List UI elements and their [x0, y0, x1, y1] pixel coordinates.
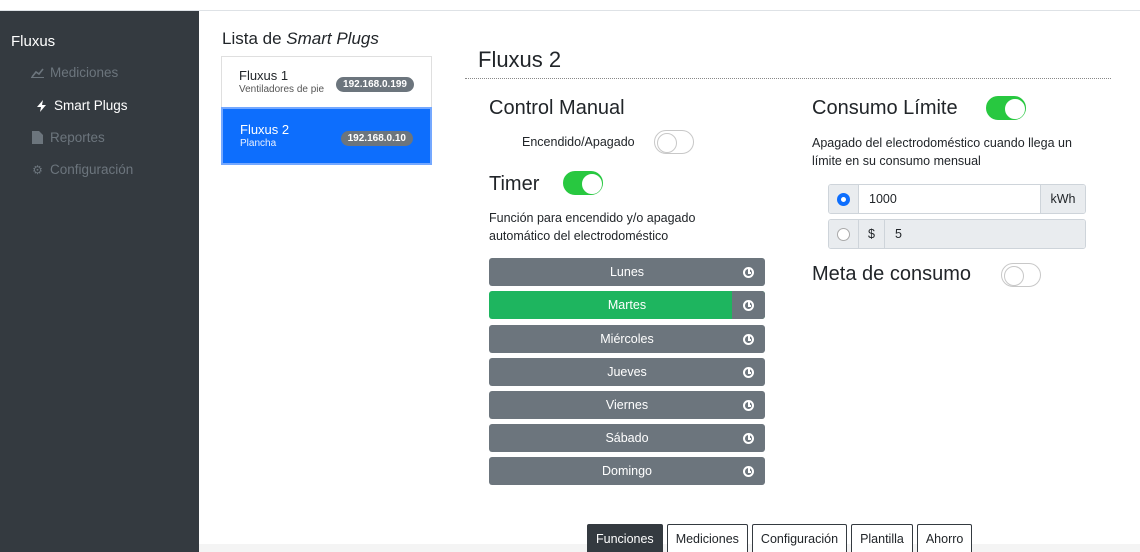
day-button-sabado[interactable]: Sábado — [489, 424, 765, 452]
clock-button[interactable] — [732, 258, 765, 286]
plug-item-fluxus-1[interactable]: Fluxus 1 Ventiladores de pie 192.168.0.1… — [221, 56, 432, 108]
file-icon — [31, 131, 44, 144]
plug-item-fluxus-2[interactable]: Fluxus 2 Plancha 192.168.0.10 — [221, 107, 432, 165]
bottom-tabs: Funciones Mediciones Configuración Plant… — [587, 524, 973, 552]
plug-list-title: Lista de Smart Plugs — [222, 29, 379, 49]
day-label: Viernes — [605, 398, 649, 412]
meta-consumo-heading: Meta de consumo — [812, 263, 971, 285]
consumo-limite-toggle[interactable] — [986, 96, 1026, 120]
brand-title[interactable]: Fluxus — [11, 33, 55, 50]
clock-button[interactable] — [732, 291, 765, 319]
clock-icon — [743, 399, 754, 411]
timer-description-line1: Función para encendido y/o apagado — [489, 211, 696, 225]
consumo-description-line2: límite en su consumo mensual — [812, 154, 981, 168]
sidebar-item-label: Smart Plugs — [54, 98, 128, 113]
clock-icon — [743, 266, 754, 278]
day-label: Jueves — [607, 365, 647, 379]
day-label: Martes — [607, 298, 647, 312]
page-title: Fluxus 2 — [478, 47, 562, 72]
sidebar-item-mediciones[interactable]: Mediciones — [31, 65, 118, 80]
chart-line-icon — [31, 66, 44, 79]
sidebar: Fluxus Mediciones Smart Plugs Reportes ⚙… — [0, 11, 199, 552]
money-prefix: $ — [859, 220, 885, 248]
control-manual-heading: Control Manual — [489, 97, 625, 119]
day-label: Sábado — [605, 431, 649, 445]
clock-icon — [743, 465, 754, 477]
day-button-jueves[interactable]: Jueves — [489, 358, 765, 386]
top-border — [0, 0, 1140, 11]
money-radio-wrap — [829, 220, 859, 248]
sidebar-item-label: Reportes — [50, 130, 105, 145]
timer-heading: Timer — [489, 173, 540, 195]
tab-plantilla[interactable]: Plantilla — [851, 524, 913, 552]
sidebar-item-configuracion[interactable]: ⚙ Configuración — [31, 162, 133, 177]
sidebar-item-reportes[interactable]: Reportes — [31, 130, 105, 145]
ip-badge: 192.168.0.199 — [336, 77, 414, 92]
day-label: Domingo — [601, 464, 653, 478]
kwh-input[interactable]: 1000 — [859, 185, 1040, 213]
kwh-unit: kWh — [1040, 185, 1085, 213]
money-input-group: $ 5 — [828, 219, 1086, 249]
bolt-icon — [35, 99, 48, 112]
timer-toggle[interactable] — [563, 171, 603, 195]
meta-consumo-toggle[interactable] — [1001, 263, 1041, 287]
clock-icon — [743, 299, 754, 311]
power-toggle[interactable] — [654, 130, 694, 154]
tab-funciones[interactable]: Funciones — [587, 524, 663, 552]
tab-mediciones[interactable]: Mediciones — [666, 524, 748, 552]
day-button-domingo[interactable]: Domingo — [489, 457, 765, 485]
sidebar-item-label: Configuración — [50, 162, 134, 177]
power-toggle-label: Encendido/Apagado — [522, 135, 635, 149]
plug-list-title-emph: Smart Plugs — [286, 29, 379, 48]
kwh-radio-wrap — [829, 185, 859, 213]
clock-button[interactable] — [732, 358, 765, 386]
clock-button[interactable] — [732, 325, 765, 353]
clock-icon — [743, 432, 754, 444]
sidebar-item-label: Mediciones — [50, 65, 119, 80]
day-label: Miércoles — [600, 332, 654, 346]
money-input[interactable]: 5 — [885, 220, 1085, 248]
tab-ahorro[interactable]: Ahorro — [916, 524, 973, 552]
timer-description-line2: automático del electrodoméstico — [489, 229, 669, 243]
day-button-lunes[interactable]: Lunes — [489, 258, 765, 286]
day-button-miercoles[interactable]: Miércoles — [489, 325, 765, 353]
clock-icon — [743, 366, 754, 378]
day-button-viernes[interactable]: Viernes — [489, 391, 765, 419]
title-divider — [465, 78, 1111, 79]
consumo-limite-heading: Consumo Límite — [812, 97, 958, 119]
day-label: Lunes — [609, 265, 645, 279]
gear-icon: ⚙ — [32, 162, 43, 177]
clock-icon — [743, 333, 754, 345]
money-radio[interactable] — [837, 227, 850, 241]
consumo-description-line1: Apagado del electrodoméstico cuando lleg… — [812, 136, 1072, 150]
day-button-martes[interactable]: Martes — [489, 291, 765, 319]
sidebar-item-smart-plugs[interactable]: Smart Plugs — [35, 98, 128, 113]
plug-list: Fluxus 1 Ventiladores de pie 192.168.0.1… — [221, 56, 432, 165]
kwh-input-group: 1000 kWh — [828, 184, 1086, 214]
clock-button[interactable] — [732, 457, 765, 485]
ip-badge: 192.168.0.10 — [340, 131, 413, 146]
clock-button[interactable] — [732, 391, 765, 419]
plug-list-title-prefix: Lista de — [222, 29, 287, 48]
tab-configuracion[interactable]: Configuración — [751, 524, 848, 552]
kwh-radio[interactable] — [837, 192, 850, 206]
clock-button[interactable] — [732, 424, 765, 452]
